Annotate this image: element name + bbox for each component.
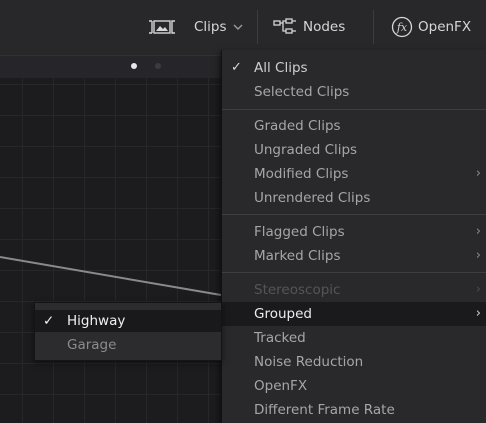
menu-divider <box>222 109 486 110</box>
menu-item-graded-clips[interactable]: Graded Clips <box>222 114 486 138</box>
toolbar-divider <box>257 10 258 44</box>
menu-item-stereoscopic: Stereoscopic › <box>222 278 486 302</box>
checkmark-icon: ✓ <box>231 60 242 75</box>
nodes-button[interactable]: Nodes <box>273 12 345 42</box>
menu-item-selected-clips[interactable]: Selected Clips <box>222 80 486 104</box>
menu-item-different-frame-rate[interactable]: Different Frame Rate <box>222 398 486 422</box>
chevron-right-icon: › <box>475 282 481 297</box>
menu-item-openfx[interactable]: OpenFX <box>222 374 486 398</box>
clips-dropdown-button[interactable]: Clips <box>148 12 243 42</box>
chevron-right-icon: › <box>475 224 481 239</box>
chevron-right-icon: › <box>475 306 481 321</box>
page-indicator-active[interactable] <box>131 63 137 69</box>
menu-item-grouped[interactable]: Grouped › <box>222 302 486 326</box>
svg-text:fx: fx <box>396 21 408 34</box>
openfx-button[interactable]: fx OpenFX <box>391 12 471 42</box>
submenu-item-garage[interactable]: Garage <box>35 334 221 356</box>
menu-item-all-clips[interactable]: ✓ All Clips <box>222 56 486 80</box>
nodes-label: Nodes <box>303 19 346 35</box>
clips-filter-menu: ✓ All Clips Selected Clips Graded Clips … <box>221 50 486 423</box>
menu-item-noise-reduction[interactable]: Noise Reduction <box>222 350 486 374</box>
menu-divider <box>222 272 486 273</box>
chevron-right-icon: › <box>475 248 481 263</box>
nodes-icon <box>273 18 299 36</box>
menu-item-unrendered-clips[interactable]: Unrendered Clips <box>222 186 486 210</box>
color-page: Clips Nodes fx OpenFX ✓ All Clips Select… <box>0 0 486 423</box>
fx-icon: fx <box>391 16 413 38</box>
chevron-down-icon <box>233 20 243 34</box>
clips-filmstrip-icon <box>148 19 190 35</box>
page-indicator[interactable] <box>155 63 161 69</box>
checkmark-icon: ✓ <box>43 313 55 329</box>
menu-item-tracked[interactable]: Tracked <box>222 326 486 350</box>
toolbar: Clips Nodes fx OpenFX <box>0 0 486 55</box>
toolbar-divider <box>373 10 374 44</box>
menu-item-flagged-clips[interactable]: Flagged Clips › <box>222 220 486 244</box>
chevron-right-icon: › <box>475 166 481 181</box>
menu-item-marked-clips[interactable]: Marked Clips › <box>222 244 486 268</box>
openfx-label: OpenFX <box>418 19 472 35</box>
menu-item-modified-clips[interactable]: Modified Clips › <box>222 162 486 186</box>
menu-divider <box>222 214 486 215</box>
clips-label: Clips <box>194 19 227 35</box>
submenu-item-highway[interactable]: ✓ Highway <box>35 310 221 332</box>
grouped-submenu: ✓ Highway Garage <box>34 302 222 361</box>
menu-item-ungraded-clips[interactable]: Ungraded Clips <box>222 138 486 162</box>
